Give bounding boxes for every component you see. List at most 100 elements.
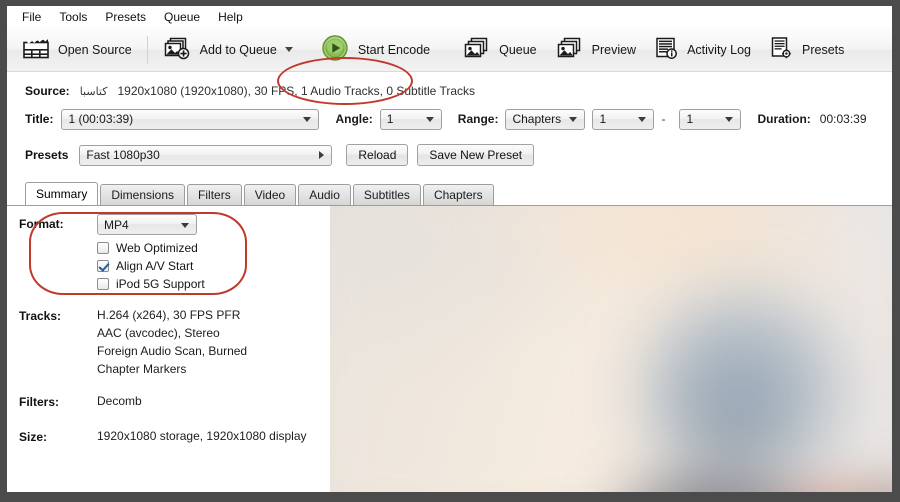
title-select[interactable]: 1 (00:03:39) xyxy=(61,108,320,130)
summary-tab-content: Format: MP4 Web Optimized Align A/V Star… xyxy=(7,205,892,492)
add-to-queue-icon xyxy=(163,36,191,63)
range-start-select[interactable]: 1 xyxy=(592,108,655,130)
track-item: Foreign Audio Scan, Burned xyxy=(97,344,248,358)
filters-label: Filters: xyxy=(19,395,60,409)
menu-bar: File Tools Presets Queue Help xyxy=(7,6,892,28)
settings-tab-strip: Summary Dimensions Filters Video Audio S… xyxy=(7,182,892,205)
tab-chapters[interactable]: Chapters xyxy=(422,184,494,205)
source-row: Source: كتاسبا 1920x1080 (1920x1080), 30… xyxy=(7,80,892,102)
range-type-value: Chapters xyxy=(512,112,562,126)
presets-toolbar-button[interactable]: Presets xyxy=(760,30,853,70)
chevron-down-icon xyxy=(725,117,734,122)
ipod-5g-support-checkbox[interactable] xyxy=(97,277,109,290)
range-type-select[interactable]: Chapters xyxy=(505,108,586,130)
size-value: 1920x1080 storage, 1920x1080 display xyxy=(97,429,307,443)
save-new-preset-button[interactable]: Save New Preset xyxy=(417,144,535,166)
align-av-start-label: Align A/V Start xyxy=(116,258,194,273)
web-optimized-label: Web Optimized xyxy=(116,240,198,255)
window-frame-right xyxy=(892,0,900,502)
title-label: Title: xyxy=(25,112,54,126)
window-frame-bottom xyxy=(0,492,900,502)
range-start-value: 1 xyxy=(599,112,607,126)
size-row: Size: 1920x1080 storage, 1920x1080 displ… xyxy=(7,427,330,445)
activity-log-icon xyxy=(654,36,678,63)
menu-item-tools[interactable]: Tools xyxy=(50,7,96,27)
queue-button[interactable]: Queue xyxy=(453,30,546,70)
tracks-row: Tracks: H.264 (x264), 30 FPS PFR AAC (av… xyxy=(7,306,330,378)
align-av-start-checkbox[interactable] xyxy=(97,259,109,272)
format-row: Format: MP4 Web Optimized Align A/V Star… xyxy=(7,214,330,292)
web-optimized-checkbox[interactable] xyxy=(97,241,109,254)
reload-button[interactable]: Reload xyxy=(346,144,409,166)
align-av-start-option[interactable]: Align A/V Start xyxy=(97,257,205,274)
tab-summary[interactable]: Summary xyxy=(25,182,99,205)
track-item: H.264 (x264), 30 FPS PFR xyxy=(97,308,241,322)
title-row: Title: 1 (00:03:39) Angle: 1 Range: Chap… xyxy=(7,106,892,132)
presets-row: Presets Fast 1080p30 Reload Save New Pre… xyxy=(7,142,892,168)
duration-label: Duration: xyxy=(757,112,811,126)
queue-icon xyxy=(462,36,490,63)
format-select[interactable]: MP4 xyxy=(97,214,197,235)
chevron-right-icon xyxy=(319,151,325,159)
angle-label: Angle: xyxy=(335,112,373,126)
tracks-list: H.264 (x264), 30 FPS PFR AAC (avcodec), … xyxy=(97,306,247,378)
filters-value: Decomb xyxy=(97,394,142,408)
open-source-button[interactable]: Open Source xyxy=(14,30,141,70)
toolbar-separator-1 xyxy=(146,35,148,64)
queue-label: Queue xyxy=(499,42,537,57)
ipod-5g-support-option[interactable]: iPod 5G Support xyxy=(97,275,205,292)
track-item: AAC (avcodec), Stereo xyxy=(97,326,220,340)
web-optimized-option[interactable]: Web Optimized xyxy=(97,239,205,256)
menu-item-file[interactable]: File xyxy=(13,7,50,27)
preset-select-value: Fast 1080p30 xyxy=(86,148,160,162)
summary-pane: Format: MP4 Web Optimized Align A/V Star… xyxy=(7,206,330,492)
main-toolbar: Open Source Add to Queue Start Encode Qu… xyxy=(7,28,892,105)
range-separator: - xyxy=(661,112,666,126)
source-label: Source: xyxy=(25,84,70,98)
angle-select-value: 1 xyxy=(386,112,394,126)
track-item: Chapter Markers xyxy=(97,362,187,376)
application-window: File Tools Presets Queue Help Open Sourc… xyxy=(0,0,900,502)
tab-video[interactable]: Video xyxy=(243,184,297,205)
preview-button[interactable]: Preview xyxy=(546,30,645,70)
source-metadata-area: Source: كتاسبا 1920x1080 (1920x1080), 30… xyxy=(7,72,892,168)
chevron-down-icon xyxy=(569,117,578,122)
tracks-label: Tracks: xyxy=(19,309,62,323)
presets-row-label: Presets xyxy=(25,148,69,162)
format-label: Format: xyxy=(19,217,64,231)
title-select-value: 1 (00:03:39) xyxy=(68,112,134,126)
ipod-5g-support-label: iPod 5G Support xyxy=(116,276,205,291)
preset-select[interactable]: Fast 1080p30 xyxy=(79,144,333,166)
menu-item-presets[interactable]: Presets xyxy=(96,7,155,27)
tab-subtitles[interactable]: Subtitles xyxy=(352,184,421,205)
chevron-down-icon[interactable] xyxy=(284,47,293,52)
add-to-queue-label: Add to Queue xyxy=(199,42,277,57)
window-client-area: File Tools Presets Queue Help Open Sourc… xyxy=(7,6,892,492)
range-label: Range: xyxy=(457,112,499,126)
range-end-select[interactable]: 1 xyxy=(679,108,742,130)
filters-row: Filters: Decomb xyxy=(7,392,330,410)
presets-icon xyxy=(769,36,793,63)
open-source-label: Open Source xyxy=(58,42,132,57)
menu-item-help[interactable]: Help xyxy=(209,7,252,27)
add-to-queue-button[interactable]: Add to Queue xyxy=(154,30,302,70)
play-icon xyxy=(321,34,349,65)
start-encode-button[interactable]: Start Encode xyxy=(312,30,439,70)
chevron-down-icon xyxy=(638,117,647,122)
preview-foreground-blur xyxy=(330,206,892,492)
preview-image-pane xyxy=(330,206,892,492)
tab-dimensions[interactable]: Dimensions xyxy=(100,184,186,205)
source-file-name: كتاسبا xyxy=(79,85,108,98)
activity-log-button[interactable]: Activity Log xyxy=(645,30,760,70)
chevron-down-icon xyxy=(425,117,434,122)
tab-audio[interactable]: Audio xyxy=(298,184,351,205)
tab-filters[interactable]: Filters xyxy=(187,184,242,205)
angle-select[interactable]: 1 xyxy=(379,108,442,130)
preview-label: Preview xyxy=(591,42,637,57)
source-details: 1920x1080 (1920x1080), 30 FPS, 1 Audio T… xyxy=(117,84,476,98)
window-frame-left xyxy=(0,0,7,502)
menu-item-queue[interactable]: Queue xyxy=(155,7,209,27)
chevron-down-icon xyxy=(303,117,312,122)
size-label: Size: xyxy=(19,430,48,444)
activity-log-label: Activity Log xyxy=(687,42,752,57)
